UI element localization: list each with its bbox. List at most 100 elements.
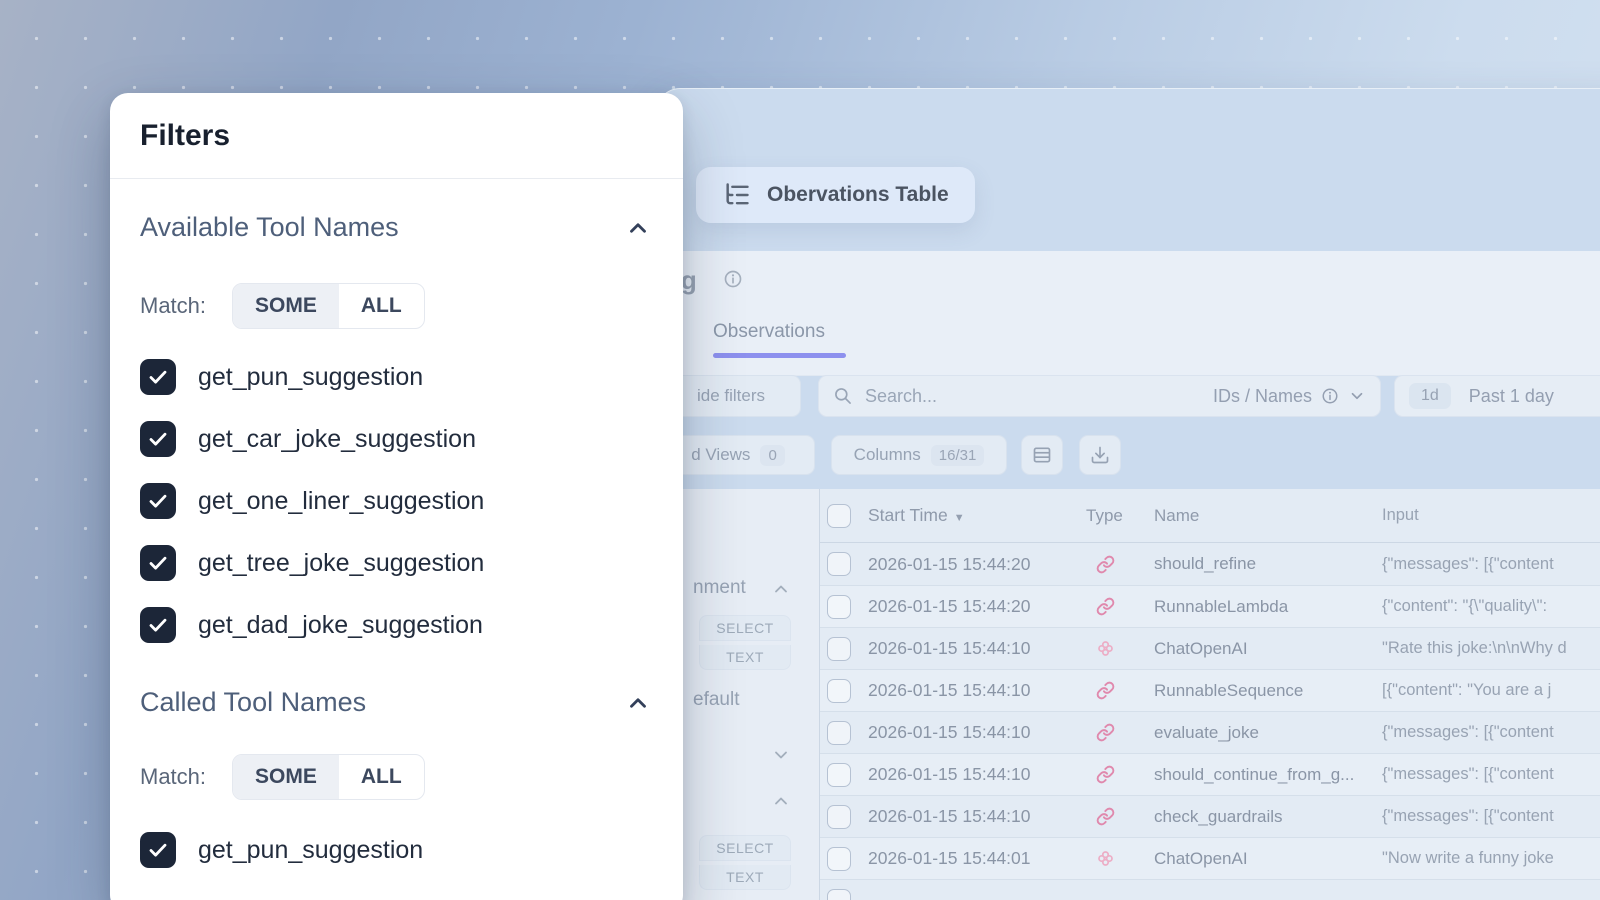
- match-some-button[interactable]: SOME: [233, 755, 339, 799]
- search-scope-dropdown[interactable]: IDs / Names: [1213, 386, 1366, 407]
- cell-input: {"messages": [{"content: [1382, 807, 1600, 826]
- checkbox-checked[interactable]: [140, 359, 176, 395]
- chevron-down-icon: [1348, 387, 1366, 405]
- text-toggle-2[interactable]: TEXT: [699, 865, 791, 890]
- chevron-up-icon[interactable]: [625, 215, 651, 241]
- check-icon: [146, 551, 170, 575]
- table-header-row: Start Time▼ Type Name Input: [820, 489, 1600, 543]
- cell-input: {"messages": [{"content: [1382, 555, 1600, 574]
- tool-name-option[interactable]: get_one_liner_suggestion: [140, 483, 651, 519]
- row-checkbox[interactable]: [827, 805, 851, 829]
- list-tree-icon: [722, 181, 752, 209]
- search-input[interactable]: Search... IDs / Names: [818, 375, 1381, 417]
- chevron-up-icon[interactable]: [625, 690, 651, 716]
- row-checkbox[interactable]: [827, 721, 851, 745]
- default-option-partial[interactable]: efault: [693, 689, 739, 711]
- cell-type: [1082, 849, 1152, 868]
- search-scope-label: IDs / Names: [1213, 386, 1312, 407]
- cell-input: {"content": "{\"quality\":: [1382, 597, 1600, 616]
- row-checkbox[interactable]: [827, 637, 851, 661]
- checkbox-checked[interactable]: [140, 421, 176, 457]
- chevron-up-icon[interactable]: [771, 579, 791, 599]
- divider: [110, 178, 683, 179]
- select-all-checkbox[interactable]: [827, 504, 851, 528]
- cell-start-time: 2026-01-15 15:44:20: [864, 596, 1082, 617]
- saved-views-count-badge: 0: [760, 445, 784, 466]
- chevron-up-icon[interactable]: [771, 791, 791, 811]
- check-icon: [146, 365, 170, 389]
- time-range-dropdown[interactable]: 1d Past 1 day: [1394, 375, 1600, 417]
- header-start-time-label: Start Time: [868, 505, 948, 525]
- match-all-button[interactable]: ALL: [339, 755, 424, 799]
- cell-type: [1082, 597, 1152, 616]
- tool-name-label: get_dad_joke_suggestion: [198, 611, 483, 640]
- generation-icon: [1096, 639, 1115, 658]
- checkbox-checked[interactable]: [140, 832, 176, 868]
- info-icon: [723, 269, 743, 289]
- cell-name: RunnableLambda: [1152, 597, 1382, 617]
- time-range-label: Past 1 day: [1469, 386, 1554, 407]
- checkbox-checked[interactable]: [140, 483, 176, 519]
- checkbox-checked[interactable]: [140, 545, 176, 581]
- row-checkbox[interactable]: [827, 595, 851, 619]
- cell-name: evaluate_joke: [1152, 723, 1382, 743]
- tool-name-option[interactable]: get_tree_joke_suggestion: [140, 545, 651, 581]
- match-row: Match: SOME ALL: [140, 283, 651, 329]
- tool-name-label: get_pun_suggestion: [198, 363, 423, 392]
- select-toggle[interactable]: SELECT: [699, 615, 791, 641]
- tool-name-option[interactable]: get_pun_suggestion: [140, 832, 651, 868]
- check-icon: [146, 489, 170, 513]
- match-all-button[interactable]: ALL: [339, 284, 424, 328]
- tab-observations[interactable]: Observations: [713, 321, 825, 343]
- header-name-label: Name: [1154, 506, 1199, 525]
- table-row[interactable]: 2026-01-15 15:44:10 ChatOpenAI "Rate thi…: [820, 627, 1600, 669]
- section-title: Available Tool Names: [140, 212, 399, 243]
- hide-filters-label: ide filters: [697, 386, 765, 406]
- cell-type: [1082, 681, 1152, 700]
- section-available-tool-names[interactable]: Available Tool Names: [140, 212, 651, 243]
- tool-name-label: get_one_liner_suggestion: [198, 487, 484, 516]
- table-row[interactable]: 2026-01-15 15:44:01 ChatOpenAI "Now writ…: [820, 837, 1600, 879]
- cell-name: ChatOpenAI: [1152, 639, 1382, 659]
- cell-type: [1082, 807, 1152, 826]
- header-type[interactable]: Type: [1082, 506, 1152, 526]
- select-toggle-2[interactable]: SELECT: [699, 835, 791, 861]
- cell-type: [1082, 765, 1152, 784]
- export-button[interactable]: [1079, 435, 1121, 475]
- row-checkbox[interactable]: [827, 763, 851, 787]
- active-tab-underline: [713, 353, 846, 358]
- header-start-time[interactable]: Start Time▼: [864, 505, 1082, 526]
- table-row[interactable]: 2026-01-15 15:44:10 evaluate_joke {"mess…: [820, 711, 1600, 753]
- checkbox-checked[interactable]: [140, 607, 176, 643]
- chevron-down-icon[interactable]: [771, 745, 791, 765]
- chain-link-icon: [1096, 723, 1115, 742]
- row-height-button[interactable]: [1021, 435, 1063, 475]
- env-section-partial[interactable]: nment: [693, 577, 746, 599]
- table-row[interactable]: 2026-01-15 15:44:10 check_guardrails {"m…: [820, 795, 1600, 837]
- cell-name: should_refine: [1152, 554, 1382, 574]
- tool-name-option[interactable]: get_pun_suggestion: [140, 359, 651, 395]
- header-input[interactable]: Input: [1382, 506, 1600, 525]
- table-row[interactable]: 2026-01-15 15:44:20 should_refine {"mess…: [820, 543, 1600, 585]
- app-header-strip: ng s Observations: [657, 251, 1600, 376]
- tool-name-option[interactable]: get_car_joke_suggestion: [140, 421, 651, 457]
- table-row[interactable]: 2026-01-15 15:44:10 should_continue_from…: [820, 753, 1600, 795]
- tool-name-label: get_car_joke_suggestion: [198, 425, 476, 454]
- row-checkbox[interactable]: [827, 679, 851, 703]
- section-called-tool-names[interactable]: Called Tool Names: [140, 687, 651, 718]
- row-checkbox[interactable]: [827, 889, 851, 900]
- text-toggle[interactable]: TEXT: [699, 645, 791, 670]
- row-checkbox[interactable]: [827, 847, 851, 871]
- table-row[interactable]: 2026-01-15 15:44:10 RunnableSequence [{"…: [820, 669, 1600, 711]
- header-name[interactable]: Name: [1152, 506, 1382, 526]
- tool-name-option[interactable]: get_dad_joke_suggestion: [140, 607, 651, 643]
- search-placeholder: Search...: [865, 386, 937, 407]
- table-row[interactable]: 2026-01-15 15:44:20 RunnableLambda {"con…: [820, 585, 1600, 627]
- match-some-button[interactable]: SOME: [233, 284, 339, 328]
- row-checkbox[interactable]: [827, 552, 851, 576]
- saved-views-button[interactable]: d Views 0: [661, 435, 815, 475]
- columns-button[interactable]: Columns 16/31: [831, 435, 1007, 475]
- columns-count-badge: 16/31: [931, 445, 985, 466]
- cell-input: [{"content": "You are a j: [1382, 681, 1600, 700]
- table-body: 2026-01-15 15:44:20 should_refine {"mess…: [820, 543, 1600, 879]
